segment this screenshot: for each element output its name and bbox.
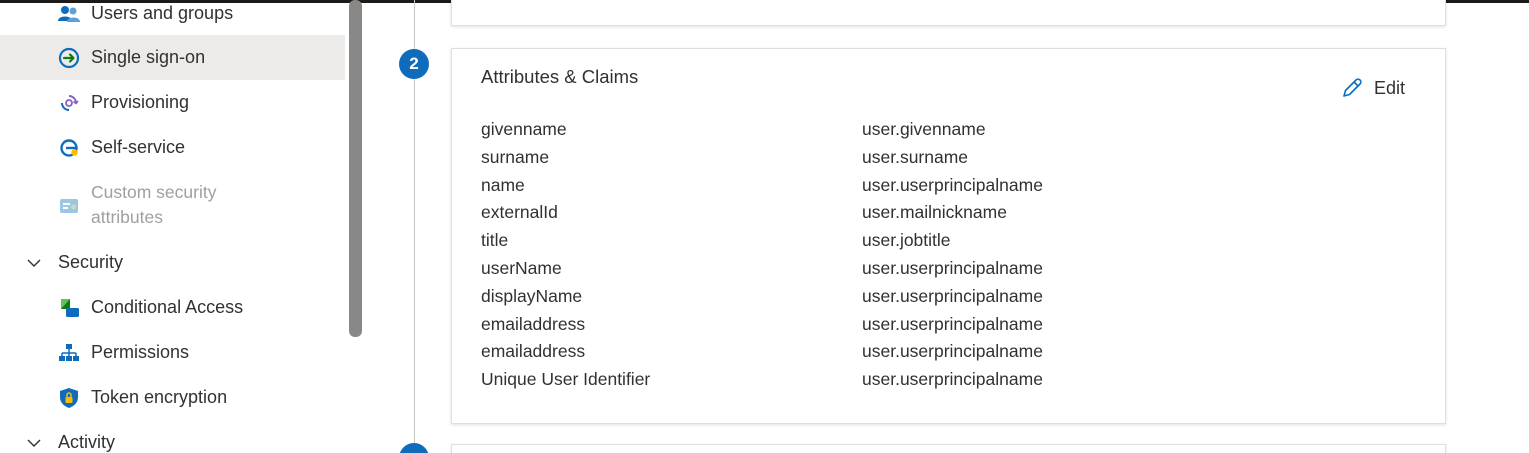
custom-security-attributes-icon <box>58 195 80 217</box>
edit-button[interactable]: Edit <box>1340 76 1405 100</box>
sidebar-item-users-and-groups[interactable]: Users and groups <box>0 0 345 36</box>
sidebar-item-custom-security-attributes: Custom security attributes <box>0 180 345 232</box>
sidebar-item-single-sign-on[interactable]: Single sign-on <box>0 35 345 80</box>
step-number-badge: 2 <box>399 49 429 79</box>
token-encryption-icon <box>58 387 80 409</box>
chevron-down-icon <box>27 439 41 447</box>
sidebar-item-label-line2: attributes <box>91 207 163 227</box>
claim-name: displayName <box>481 285 583 306</box>
sidebar-item-label: Users and groups <box>91 3 234 23</box>
claim-value: user.userprincipalname <box>862 285 1043 306</box>
claim-name: givenname <box>481 119 567 139</box>
claim-value: user.userprincipalname <box>862 174 1043 195</box>
chevron-down-icon <box>27 259 41 267</box>
claim-value: user.userprincipalname <box>862 341 1043 362</box>
sidebar-item-conditional-access[interactable]: Conditional Access <box>0 285 345 330</box>
app-page: Users and groups Single sign-on Provisio… <box>0 0 1529 453</box>
users-groups-icon <box>58 3 80 25</box>
sidebar-group-label: Security <box>58 252 124 272</box>
claim-value: user.userprincipalname <box>862 369 1043 390</box>
next-step-card <box>451 444 1446 453</box>
sidebar-group-activity[interactable]: Activity <box>0 420 345 453</box>
sidebar-item-permissions[interactable]: Permissions <box>0 330 345 375</box>
claim-value: user.userprincipalname <box>862 313 1043 334</box>
sidebar-group-security[interactable]: Security <box>0 240 345 285</box>
claim-name: externalId <box>481 202 558 223</box>
permissions-icon <box>58 342 80 364</box>
sidebar-item-token-encryption[interactable]: Token encryption <box>0 375 345 420</box>
sidebar-item-label: Permissions <box>91 342 190 362</box>
pencil-icon <box>1343 78 1362 97</box>
claim-name: name <box>481 174 525 195</box>
sidebar-item-label: Single sign-on <box>91 47 206 67</box>
sidebar-group-label: Activity <box>58 432 116 452</box>
claim-name: Unique User Identifier <box>481 369 651 390</box>
edit-label: Edit <box>1374 77 1406 98</box>
claim-name: surname <box>481 146 550 167</box>
self-service-icon <box>58 137 80 159</box>
claim-name: emailaddress <box>481 341 586 362</box>
attributes-claims-card: Attributes & Claims Edit givenname user.… <box>451 48 1446 424</box>
previous-step-card <box>451 0 1446 26</box>
sidebar-item-label: Self-service <box>91 137 186 157</box>
sidebar-item-label: Custom security attributes <box>91 180 216 230</box>
sidebar-item-label-line1: Custom security <box>91 182 217 202</box>
claim-name: userName <box>481 257 562 278</box>
claim-name: emailaddress <box>481 313 586 334</box>
sidebar: Users and groups Single sign-on Provisio… <box>0 0 345 453</box>
claim-value: user.surname <box>862 146 969 167</box>
provisioning-icon <box>58 92 80 114</box>
conditional-access-icon <box>58 297 80 319</box>
sidebar-item-label: Conditional Access <box>91 297 244 317</box>
sidebar-scrollbar-thumb[interactable] <box>349 0 362 337</box>
single-sign-on-icon <box>58 47 80 69</box>
claim-value: user.jobtitle <box>862 230 951 251</box>
sidebar-item-label: Token encryption <box>91 387 228 407</box>
claim-value: user.userprincipalname <box>862 257 1043 278</box>
card-title: Attributes & Claims <box>481 66 639 87</box>
next-step-badge <box>399 443 429 453</box>
sidebar-item-label: Provisioning <box>91 92 190 112</box>
sidebar-item-provisioning[interactable]: Provisioning <box>0 80 345 125</box>
claim-value: user.givenname <box>862 119 986 139</box>
sidebar-item-self-service[interactable]: Self-service <box>0 125 345 170</box>
claim-value: user.mailnickname <box>862 202 1007 223</box>
claim-name: title <box>481 230 509 251</box>
